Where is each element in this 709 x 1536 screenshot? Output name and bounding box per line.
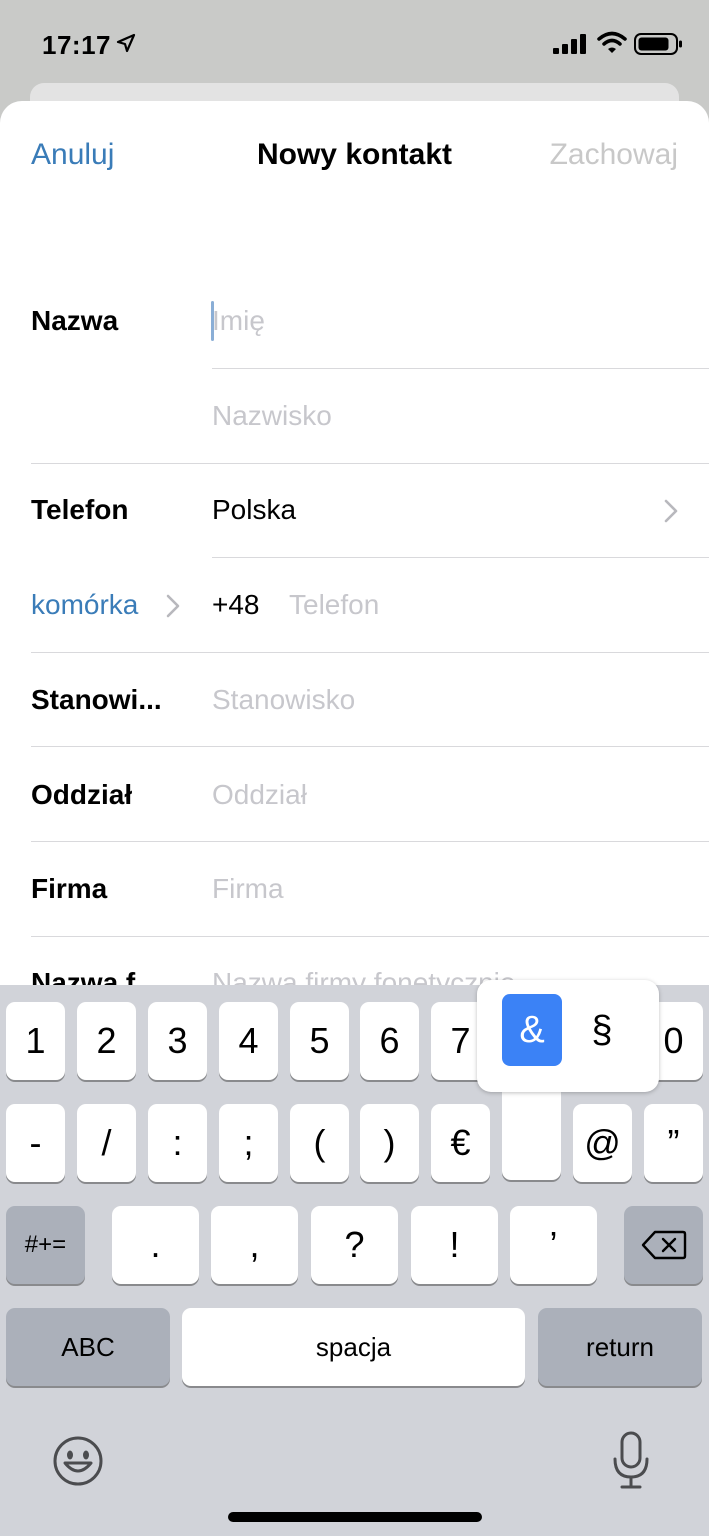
cellular-signal-icon bbox=[553, 34, 586, 54]
divider bbox=[31, 841, 709, 842]
divider bbox=[31, 746, 709, 747]
divider bbox=[212, 368, 709, 369]
key-question[interactable]: ? bbox=[311, 1206, 398, 1284]
cancel-button[interactable]: Anuluj bbox=[31, 138, 114, 172]
key-close-paren[interactable]: ) bbox=[360, 1104, 419, 1182]
company-input[interactable]: Firma bbox=[212, 873, 284, 905]
company-label: Firma bbox=[31, 873, 108, 904]
variant-ampersand[interactable]: & bbox=[502, 994, 562, 1066]
key-open-paren[interactable]: ( bbox=[290, 1104, 349, 1182]
key-6[interactable]: 6 bbox=[360, 1002, 419, 1080]
divider bbox=[31, 652, 709, 653]
divider bbox=[31, 463, 709, 464]
department-label: Oddział bbox=[31, 779, 133, 810]
first-name-input[interactable]: Imię bbox=[212, 305, 265, 337]
phone-input[interactable]: Telefon bbox=[289, 589, 379, 621]
key-2[interactable]: 2 bbox=[77, 1002, 136, 1080]
battery-icon bbox=[634, 33, 682, 55]
variant-section-sign[interactable]: § bbox=[572, 994, 632, 1066]
key-1[interactable]: 1 bbox=[6, 1002, 65, 1080]
key-colon[interactable]: : bbox=[148, 1104, 207, 1182]
status-bar: 17:17 bbox=[0, 0, 709, 90]
chevron-right-icon[interactable] bbox=[663, 498, 679, 524]
key-3[interactable]: 3 bbox=[148, 1002, 207, 1080]
wifi-icon bbox=[597, 31, 627, 53]
key-hyphen[interactable]: - bbox=[6, 1104, 65, 1182]
phone-label: Telefon bbox=[31, 494, 129, 525]
last-name-input[interactable]: Nazwisko bbox=[212, 400, 332, 432]
key-exclamation[interactable]: ! bbox=[411, 1206, 498, 1284]
country-selector[interactable]: Polska bbox=[212, 494, 296, 526]
key-euro[interactable]: € bbox=[431, 1104, 490, 1182]
emoji-icon[interactable] bbox=[52, 1435, 104, 1487]
location-arrow-icon bbox=[116, 33, 136, 53]
key-at[interactable]: @ bbox=[573, 1104, 632, 1182]
job-title-label: Stanowi... bbox=[31, 684, 162, 715]
chevron-right-icon[interactable] bbox=[165, 593, 181, 619]
home-indicator bbox=[228, 1512, 482, 1522]
name-label: Nazwa bbox=[31, 305, 119, 336]
phone-type-selector[interactable]: komórka bbox=[31, 589, 138, 621]
key-comma[interactable]: , bbox=[211, 1206, 298, 1284]
divider bbox=[212, 557, 709, 558]
abc-key[interactable]: ABC bbox=[6, 1308, 170, 1386]
backspace-icon bbox=[641, 1230, 686, 1260]
key-ampersand[interactable] bbox=[502, 1080, 561, 1180]
job-title-input[interactable]: Stanowisko bbox=[212, 684, 355, 716]
key-semicolon[interactable]: ; bbox=[219, 1104, 278, 1182]
save-button[interactable]: Zachowaj bbox=[550, 138, 678, 172]
key-apostrophe[interactable]: ’ bbox=[510, 1206, 597, 1284]
key-right-double-quote[interactable]: ” bbox=[644, 1104, 703, 1182]
space-key[interactable]: spacja bbox=[182, 1308, 525, 1386]
status-time: 17:17 bbox=[42, 30, 111, 60]
department-input[interactable]: Oddział bbox=[212, 779, 307, 811]
new-contact-sheet: Anuluj Nowy kontakt Zachowaj Nazwa Imię … bbox=[0, 101, 709, 1001]
key-period[interactable]: . bbox=[112, 1206, 199, 1284]
delete-key[interactable] bbox=[624, 1206, 703, 1284]
return-key[interactable]: return bbox=[538, 1308, 702, 1386]
key-5[interactable]: 5 bbox=[290, 1002, 349, 1080]
divider bbox=[31, 936, 709, 937]
key-slash[interactable]: / bbox=[77, 1104, 136, 1182]
microphone-icon[interactable] bbox=[611, 1431, 651, 1491]
key-4[interactable]: 4 bbox=[219, 1002, 278, 1080]
key-variant-popup: & § bbox=[477, 980, 659, 1092]
more-symbols-key[interactable]: #+= bbox=[6, 1206, 85, 1284]
country-code: +48 bbox=[212, 589, 260, 620]
